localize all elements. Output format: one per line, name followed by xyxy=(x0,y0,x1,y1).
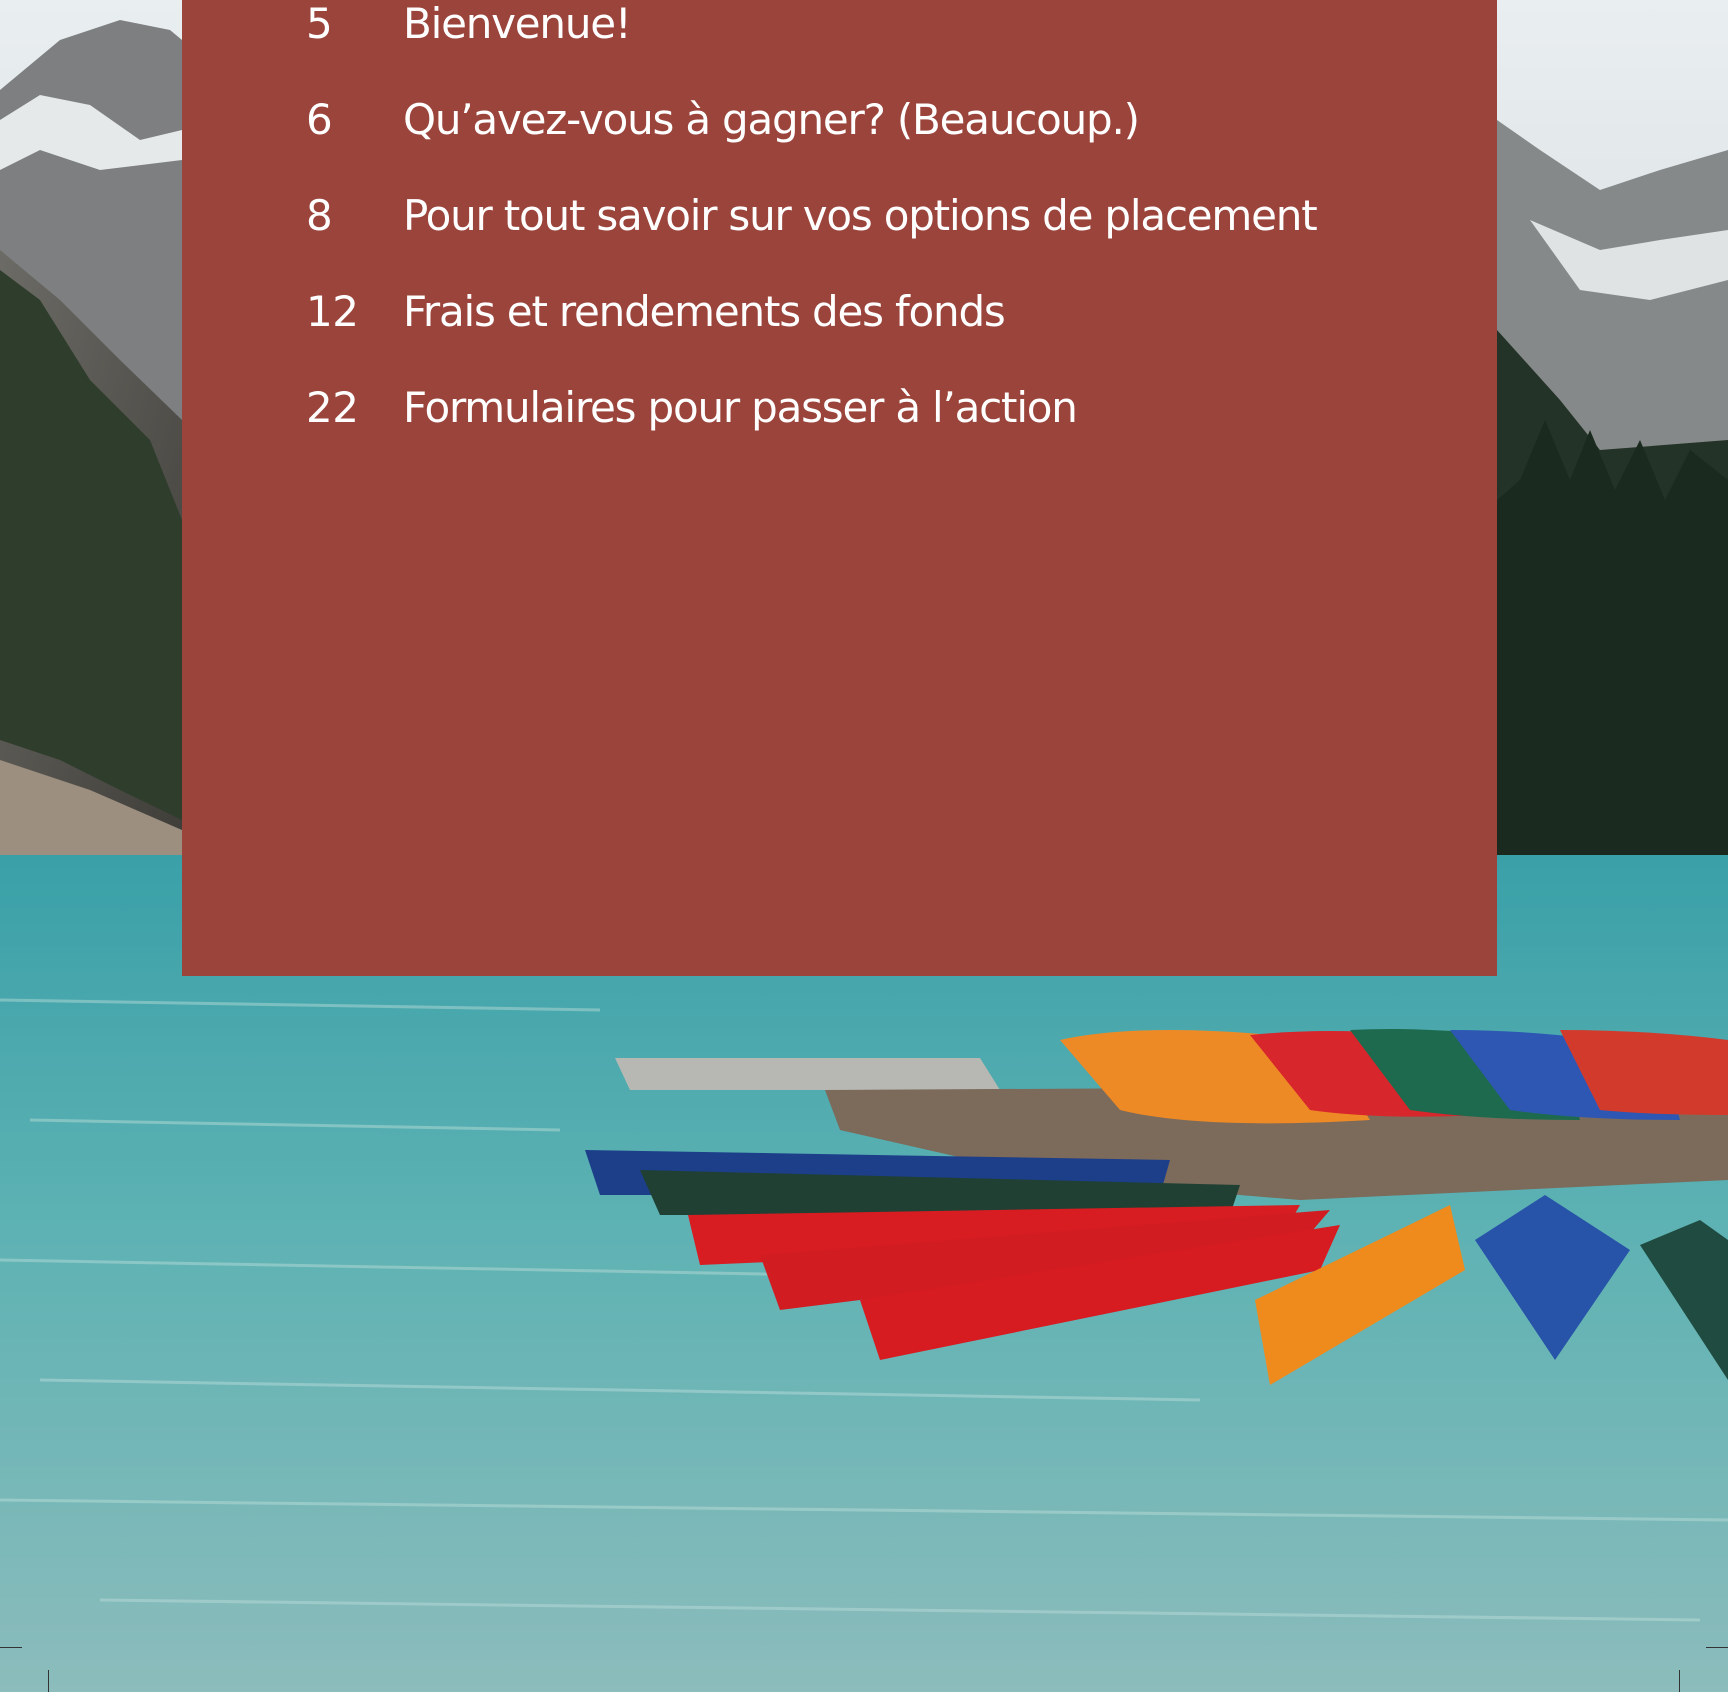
toc-page-number: 6 xyxy=(306,95,333,144)
toc-item-action-forms[interactable]: 22 Formulaires pour passer à l’action xyxy=(182,376,1497,472)
brochure-page: 5 Bienvenue! 6 Qu’avez-vous à gagner? (B… xyxy=(0,0,1728,1692)
toc-item-investment-options[interactable]: 8 Pour tout savoir sur vos options de pl… xyxy=(182,184,1497,280)
toc-page-number: 8 xyxy=(306,191,333,240)
toc-item-fund-fees-returns[interactable]: 12 Frais et rendements des fonds xyxy=(182,280,1497,376)
toc-page-number: 12 xyxy=(306,287,359,336)
toc-title: Qu’avez-vous à gagner? (Beaucoup.) xyxy=(403,95,1140,144)
toc-item-what-to-gain[interactable]: 6 Qu’avez-vous à gagner? (Beaucoup.) xyxy=(182,88,1497,184)
table-of-contents-panel: 5 Bienvenue! 6 Qu’avez-vous à gagner? (B… xyxy=(182,0,1497,976)
toc-page-number: 5 xyxy=(306,0,333,48)
toc-title: Formulaires pour passer à l’action xyxy=(403,383,1078,432)
toc-title: Bienvenue! xyxy=(403,0,632,48)
toc-title: Frais et rendements des fonds xyxy=(403,287,1006,336)
table-of-contents: 5 Bienvenue! 6 Qu’avez-vous à gagner? (B… xyxy=(182,0,1497,472)
toc-item-welcome[interactable]: 5 Bienvenue! xyxy=(182,0,1497,88)
toc-page-number: 22 xyxy=(306,383,359,432)
toc-title: Pour tout savoir sur vos options de plac… xyxy=(403,191,1318,240)
